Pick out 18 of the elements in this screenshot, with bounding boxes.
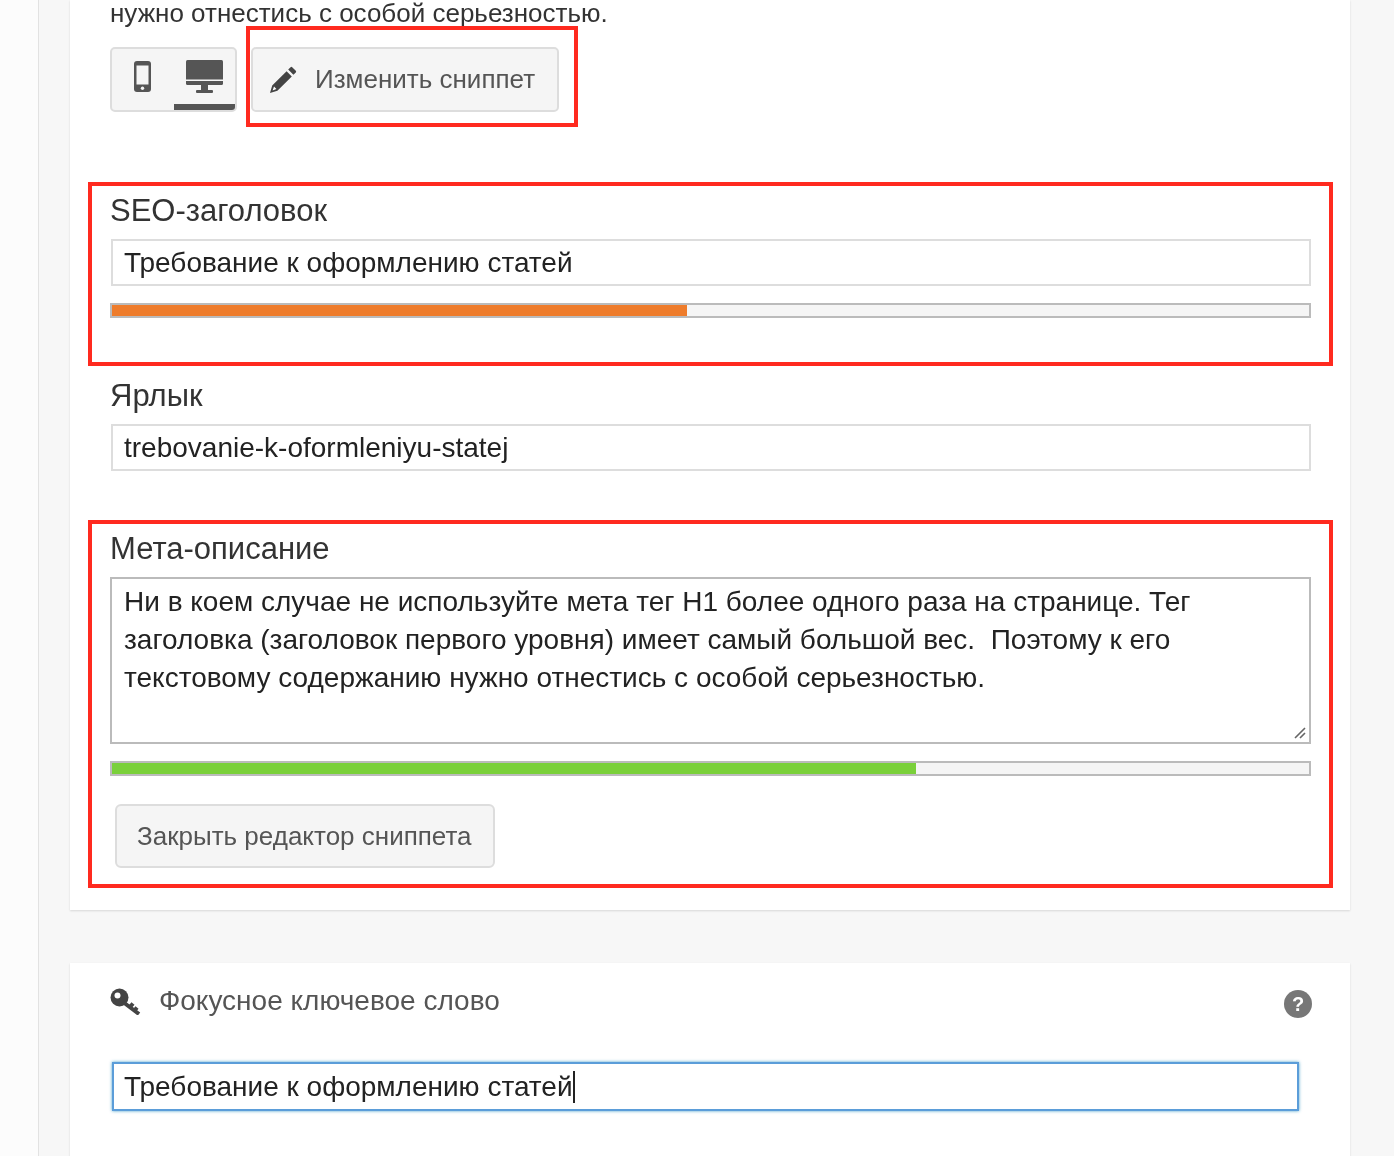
keyword-input[interactable]: Требование к оформлению статей	[112, 1062, 1299, 1111]
field-label: Ярлык	[110, 378, 204, 414]
key-icon	[110, 987, 141, 1015]
text-area[interactable]: Ни в коем случае не используйте мета тег H1 более одного раза на странице. Тег заголовка (заголовок первого уровня) имеет самый большой вес. Поэтому к его текстовому содержанию нужно отнестись с особой серьезностью.	[110, 577, 1311, 744]
resize-handle-icon[interactable]	[1292, 725, 1306, 739]
field-label: Мета-описание	[110, 531, 331, 567]
close-editor-button[interactable]: Закрыть редактор сниппета	[115, 804, 496, 868]
phone-icon	[134, 61, 152, 92]
monitor-icon	[185, 60, 223, 93]
section-title: Фокусное ключевое слово	[159, 985, 500, 1017]
text-cursor	[572, 1070, 575, 1103]
text-input[interactable]: trebovanie-k-oformleniyu-statej	[111, 424, 1311, 471]
pencil-icon	[269, 65, 297, 94]
edit-snippet-button[interactable]: Изменить сниппет	[251, 47, 560, 112]
text-input[interactable]: Требование к оформлению статей	[111, 239, 1311, 286]
help-button[interactable]: ?	[1284, 990, 1312, 1018]
description-text: нужно отнестись с особой серьезностью.	[110, 0, 609, 26]
field-label: SEO-заголовок	[110, 193, 329, 229]
